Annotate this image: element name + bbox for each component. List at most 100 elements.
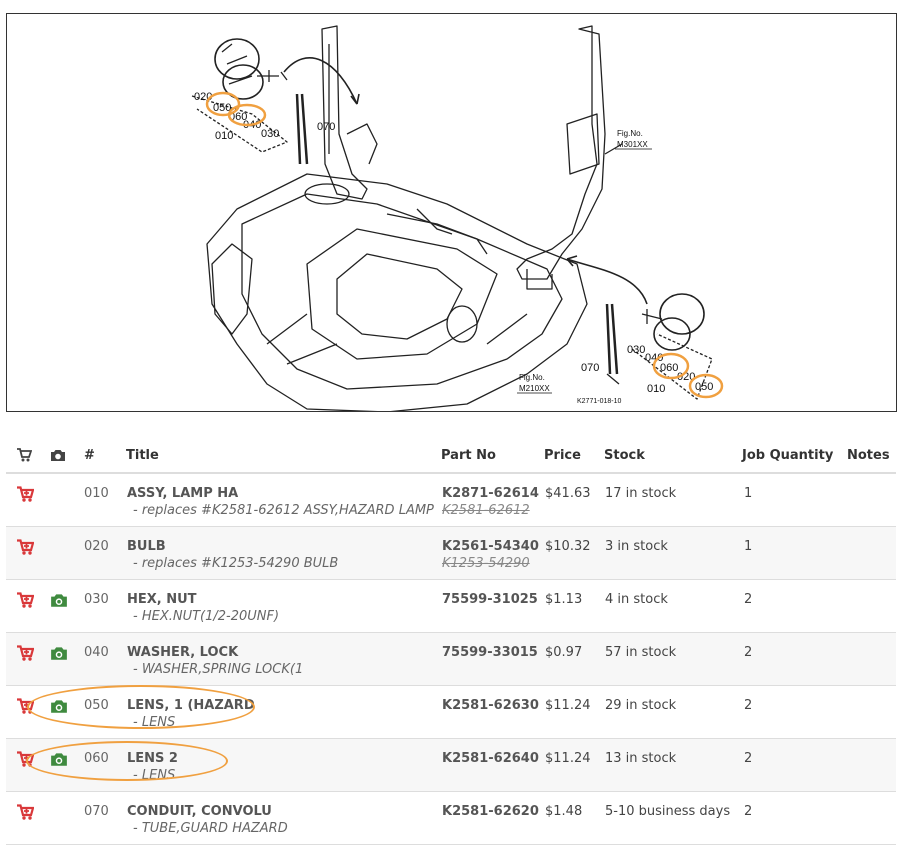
notes-cell bbox=[847, 632, 896, 686]
photo-cell[interactable] bbox=[40, 632, 76, 686]
item-number: 030 bbox=[76, 579, 126, 633]
part-no-cell: K2581-62620 bbox=[441, 791, 544, 845]
add-to-cart-icon[interactable] bbox=[16, 803, 34, 820]
photo-cell[interactable] bbox=[40, 685, 76, 739]
fig-210-number: M210XX bbox=[519, 384, 550, 393]
photo-cell bbox=[40, 791, 76, 845]
item-number: 010 bbox=[76, 473, 126, 527]
job-quantity: 2 bbox=[742, 632, 847, 686]
camera-icon bbox=[51, 450, 65, 461]
header-number: # bbox=[76, 438, 126, 474]
photo-cell[interactable] bbox=[40, 579, 76, 633]
part-title[interactable]: CONDUIT, CONVOLU bbox=[127, 804, 272, 819]
part-no-cell: K2561-54340 K1253-54290 bbox=[441, 526, 544, 580]
table-row: 040 WASHER, LOCK - WASHER,SPRING LOCK(1 755… bbox=[6, 632, 896, 686]
superseded-part-number: K2581-62612 bbox=[442, 503, 530, 518]
part-number[interactable]: K2581-62630 bbox=[442, 698, 539, 713]
part-no-cell: K2871-62614 K2581-62612 bbox=[441, 473, 544, 527]
add-to-cart-icon[interactable] bbox=[16, 750, 34, 767]
part-number[interactable]: 75599-33015 bbox=[442, 645, 538, 660]
price: $41.63 bbox=[544, 473, 604, 527]
header-notes: Notes bbox=[847, 438, 896, 474]
header-part-no: Part No bbox=[441, 438, 544, 474]
part-title[interactable]: BULB bbox=[127, 539, 166, 554]
add-to-cart-cell[interactable] bbox=[6, 473, 40, 527]
notes-cell bbox=[847, 579, 896, 633]
price: $1.48 bbox=[544, 791, 604, 845]
part-title[interactable]: HEX, NUT bbox=[127, 592, 197, 607]
stock-status: 13 in stock bbox=[604, 738, 742, 792]
add-to-cart-icon[interactable] bbox=[16, 644, 34, 661]
part-description: - LENS bbox=[133, 714, 176, 730]
item-number: 020 bbox=[76, 526, 126, 580]
add-to-cart-cell[interactable] bbox=[6, 632, 40, 686]
part-number[interactable]: K2561-54340 bbox=[442, 539, 539, 554]
job-quantity: 2 bbox=[742, 579, 847, 633]
add-to-cart-cell[interactable] bbox=[6, 579, 40, 633]
tractor-frame-drawing: 020 050 060 040 030 070 010 030 040 060 … bbox=[191, 25, 724, 411]
notes-cell bbox=[847, 685, 896, 739]
part-title[interactable]: LENS, 1 (HAZARD bbox=[127, 698, 255, 713]
item-number: 060 bbox=[76, 738, 126, 792]
part-number[interactable]: K2581-62620 bbox=[442, 804, 539, 819]
add-to-cart-icon[interactable] bbox=[16, 538, 34, 555]
camera-icon[interactable] bbox=[50, 592, 68, 608]
header-photo bbox=[40, 438, 76, 474]
table-row: 030 HEX, NUT - HEX.NUT(1/2-20UNF) 75599-310… bbox=[6, 579, 896, 633]
price: $10.32 bbox=[544, 526, 604, 580]
title-cell: CONDUIT, CONVOLU - TUBE,GUARD HAZARD bbox=[126, 791, 441, 845]
stock-status: 4 in stock bbox=[604, 579, 742, 633]
callout-060-right: 060 bbox=[660, 362, 678, 374]
photo-cell[interactable] bbox=[40, 738, 76, 792]
part-no-cell: 75599-31025 bbox=[441, 579, 544, 633]
stock-status: 57 in stock bbox=[604, 632, 742, 686]
part-description: - LENS bbox=[133, 767, 176, 783]
header-cart bbox=[6, 438, 40, 474]
cart-icon bbox=[17, 448, 32, 462]
callout-030-right: 030 bbox=[627, 344, 645, 356]
add-to-cart-cell[interactable] bbox=[6, 685, 40, 739]
part-title[interactable]: ASSY, LAMP HA bbox=[127, 486, 238, 501]
table-header-row: # Title Part No Price Stock Job Quantity… bbox=[6, 438, 896, 474]
add-to-cart-cell[interactable] bbox=[6, 738, 40, 792]
add-to-cart-icon[interactable] bbox=[16, 486, 34, 502]
table-row: 050 LENS, 1 (HAZARD - LENS K2581-62630 $11.2… bbox=[6, 685, 896, 739]
header-job-quantity: Job Quantity bbox=[742, 438, 847, 474]
part-description: - replaces #K1253-54290 BULB bbox=[133, 555, 339, 571]
job-quantity: 1 bbox=[742, 526, 847, 580]
photo-cell bbox=[40, 473, 76, 527]
part-title[interactable]: LENS 2 bbox=[127, 751, 178, 766]
stock-status: 29 in stock bbox=[604, 685, 742, 739]
camera-icon[interactable] bbox=[50, 698, 68, 714]
part-no-cell: 75599-33015 bbox=[441, 632, 544, 686]
title-cell: BULB - replaces #K1253-54290 BULB bbox=[126, 526, 441, 580]
parts-table: # Title Part No Price Stock Job Quantity… bbox=[6, 438, 896, 845]
add-to-cart-icon[interactable] bbox=[16, 591, 34, 608]
part-description: - HEX.NUT(1/2-20UNF) bbox=[133, 608, 280, 624]
title-cell: ASSY, LAMP HA - replaces #K2581-62612 ASS… bbox=[126, 473, 441, 527]
callout-010-left: 010 bbox=[215, 130, 233, 142]
parts-diagram: 020 050 060 040 030 070 010 030 040 060 … bbox=[6, 13, 897, 412]
drawing-code: K2771-018-10 bbox=[577, 398, 621, 405]
add-to-cart-icon[interactable] bbox=[16, 697, 34, 714]
camera-icon[interactable] bbox=[50, 645, 68, 661]
add-to-cart-cell[interactable] bbox=[6, 526, 40, 580]
price: $11.24 bbox=[544, 685, 604, 739]
header-price: Price bbox=[544, 438, 604, 474]
price: $1.13 bbox=[544, 579, 604, 633]
table-row: 060 LENS 2- LENS K2581-62640 $11.24 13 in st… bbox=[6, 738, 896, 792]
job-quantity: 2 bbox=[742, 791, 847, 845]
notes-cell bbox=[847, 738, 896, 792]
fig-301-number: M301XX bbox=[617, 140, 648, 149]
part-title[interactable]: WASHER, LOCK bbox=[127, 645, 238, 660]
part-number[interactable]: K2581-62640 bbox=[442, 751, 539, 766]
camera-icon[interactable] bbox=[50, 751, 68, 767]
add-to-cart-cell[interactable] bbox=[6, 791, 40, 845]
part-number[interactable]: K2871-62614 bbox=[442, 486, 539, 501]
callout-050-right: 050 bbox=[695, 381, 713, 393]
job-quantity: 2 bbox=[742, 685, 847, 739]
part-description: - TUBE,GUARD HAZARD bbox=[133, 820, 288, 836]
part-number[interactable]: 75599-31025 bbox=[442, 592, 538, 607]
table-row: 010 ASSY, LAMP HA - replaces #K2581-62612 … bbox=[6, 473, 896, 527]
fig-210-label: Fig.No. bbox=[519, 373, 545, 382]
